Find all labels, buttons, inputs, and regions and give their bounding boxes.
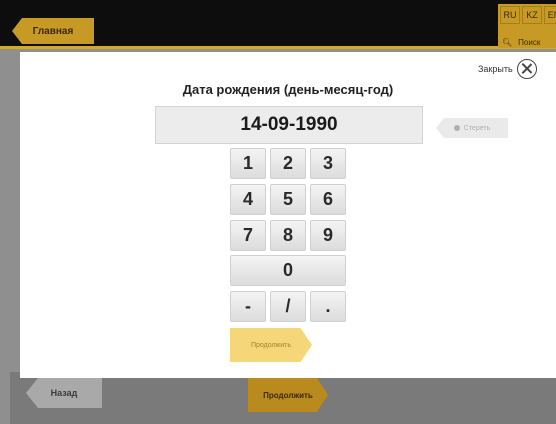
top-bar-accent-line	[0, 46, 556, 49]
language-kz-button[interactable]: KZ	[522, 6, 542, 24]
clear-button[interactable]: Стереть	[436, 118, 508, 138]
search-button[interactable]: 🔍︎ Поиск	[498, 36, 556, 48]
key-8[interactable]: 8	[270, 220, 306, 251]
language-ru-button[interactable]: RU	[500, 6, 520, 24]
back-button[interactable]: Назад	[26, 378, 102, 408]
key-1[interactable]: 1	[230, 148, 266, 179]
key-dot[interactable]: .	[310, 291, 346, 322]
close-icon[interactable]	[516, 59, 537, 79]
key-6[interactable]: 6	[310, 184, 346, 215]
language-en-button[interactable]: EN	[544, 6, 556, 24]
home-button[interactable]: Главная	[12, 18, 94, 44]
birthdate-field[interactable]: 14-09-1990	[155, 106, 423, 144]
key-slash[interactable]: /	[270, 291, 306, 322]
dialog-title: Дата рождения (день-месяц-год)	[182, 82, 394, 97]
continue-button-background[interactable]: Продолжить	[248, 378, 328, 412]
clear-icon	[453, 125, 460, 131]
search-icon: 🔍︎	[502, 37, 513, 47]
key-5[interactable]: 5	[270, 184, 306, 215]
key-7[interactable]: 7	[230, 220, 266, 251]
continue-button[interactable]: Продолжить	[230, 328, 312, 362]
close-button[interactable]: Закрыть	[478, 58, 537, 80]
key-dash[interactable]: -	[230, 291, 266, 322]
key-2[interactable]: 2	[270, 148, 306, 179]
clear-label: Стереть	[463, 124, 491, 132]
key-0[interactable]: 0	[230, 255, 346, 286]
key-9[interactable]: 9	[310, 220, 346, 251]
key-3[interactable]: 3	[310, 148, 346, 179]
key-4[interactable]: 4	[230, 184, 266, 215]
search-label: Поиск	[518, 37, 541, 47]
close-label: Закрыть	[478, 64, 513, 74]
